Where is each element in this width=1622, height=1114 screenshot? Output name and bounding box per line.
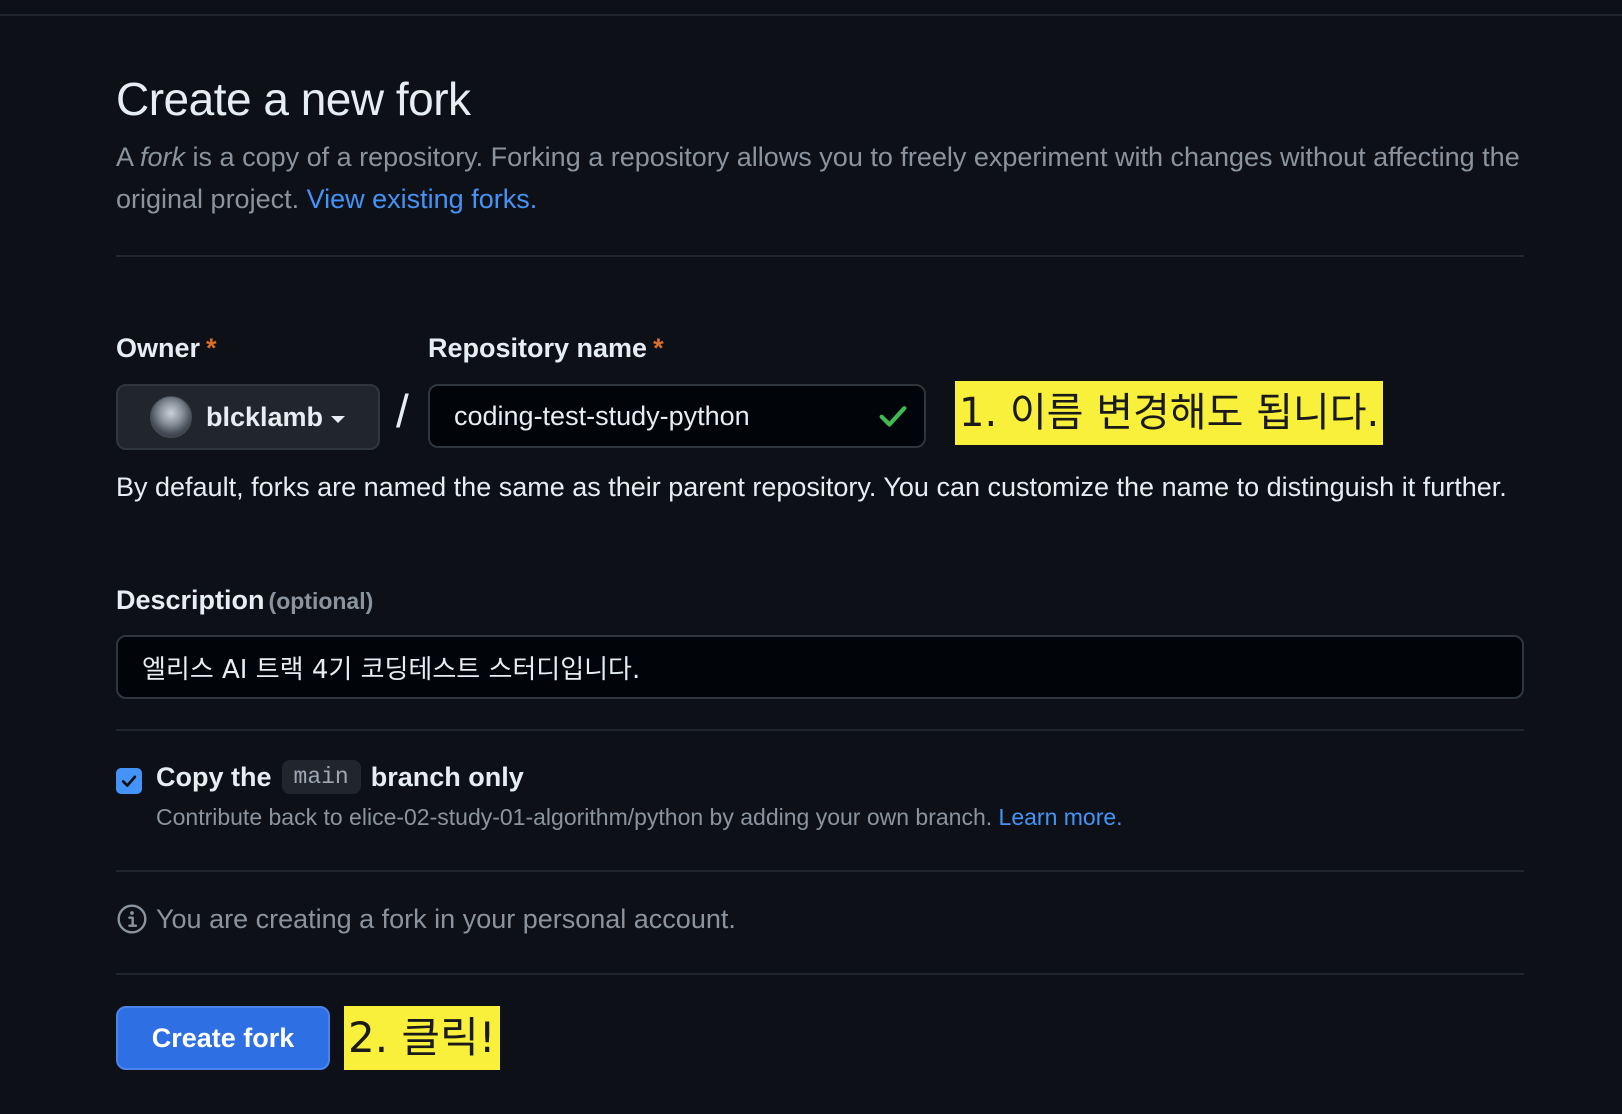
owner-name: blcklamb bbox=[206, 401, 324, 432]
section-divider bbox=[116, 729, 1524, 731]
chevron-down-icon bbox=[331, 415, 346, 423]
section-divider bbox=[116, 973, 1524, 975]
repository-name-label-text: Repository name bbox=[428, 333, 648, 363]
section-divider bbox=[116, 870, 1524, 872]
checkmark-icon bbox=[121, 775, 137, 787]
info-message: You are creating a fork in your personal… bbox=[116, 903, 736, 935]
intro-before: A bbox=[116, 142, 141, 172]
description-input[interactable]: 엘리스 AI 트랙 4기 코딩테스트 스터디입니다. bbox=[116, 635, 1524, 699]
intro-text: A fork is a copy of a repository. Forkin… bbox=[116, 136, 1536, 220]
copy-branch-label: Copy the main branch only bbox=[156, 760, 524, 794]
description-label-text: Description bbox=[116, 585, 265, 615]
section-divider bbox=[116, 255, 1524, 257]
owner-label-text: Owner bbox=[116, 333, 201, 363]
annotation-step-1: 1. 이름 변경해도 됩니다. bbox=[955, 381, 1384, 445]
header-border bbox=[0, 14, 1622, 16]
repository-name-input[interactable]: coding-test-study-python bbox=[428, 384, 926, 448]
owner-label: Owner * bbox=[116, 333, 217, 364]
owner-repo-separator: / bbox=[396, 385, 409, 437]
info-icon bbox=[117, 904, 147, 934]
create-fork-button[interactable]: Create fork bbox=[116, 1006, 330, 1070]
copy-label-after: branch only bbox=[370, 761, 524, 792]
description-value: 엘리스 AI 트랙 4기 코딩테스트 스터디입니다. bbox=[142, 654, 641, 685]
repository-name-label: Repository name * bbox=[428, 333, 664, 364]
repository-name-hint: By default, forks are named the same as … bbox=[116, 472, 1507, 502]
repository-required-mark: * bbox=[653, 333, 664, 363]
branch-name-code: main bbox=[281, 760, 361, 794]
check-icon bbox=[879, 406, 907, 427]
copy-label-before: Copy the bbox=[156, 761, 272, 792]
repository-name-value: coding-test-study-python bbox=[454, 400, 750, 431]
owner-required-mark: * bbox=[206, 333, 217, 363]
description-label: Description (optional) bbox=[116, 585, 373, 616]
page-title: Create a new fork bbox=[116, 73, 471, 125]
annotation-step-2: 2. 클릭! bbox=[344, 1006, 500, 1070]
copy-branch-description: Contribute back to elice-02-study-01-alg… bbox=[156, 804, 1123, 831]
owner-select[interactable]: blcklamb bbox=[116, 384, 380, 450]
learn-more-link[interactable]: Learn more. bbox=[999, 804, 1123, 830]
copy-main-branch-checkbox[interactable] bbox=[116, 768, 142, 794]
copy-sub-text: Contribute back to elice-02-study-01-alg… bbox=[156, 804, 999, 830]
intro-fork-word: fork bbox=[140, 142, 186, 172]
view-existing-forks-link[interactable]: View existing forks. bbox=[307, 184, 538, 214]
description-optional: (optional) bbox=[268, 588, 374, 614]
info-text: You are creating a fork in your personal… bbox=[156, 903, 736, 934]
avatar bbox=[150, 396, 192, 438]
